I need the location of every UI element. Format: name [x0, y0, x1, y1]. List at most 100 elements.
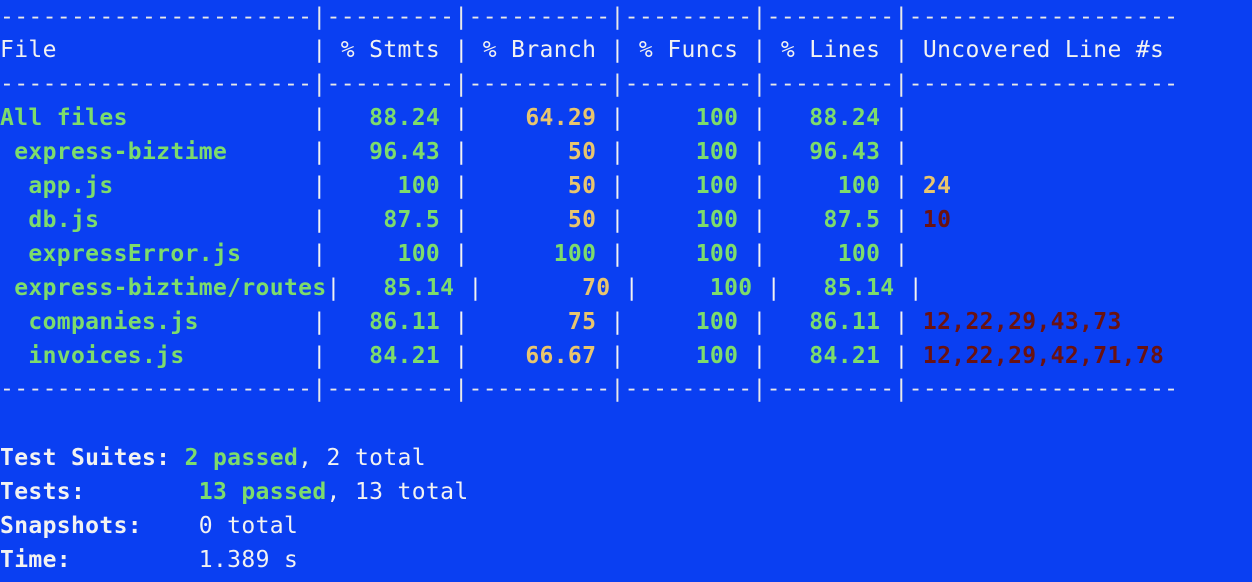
column-divider: | — [454, 139, 469, 165]
column-divider: | — [894, 207, 909, 233]
column-divider: | — [454, 343, 469, 369]
funcs-value: 100 — [624, 343, 753, 369]
lines-value: 87.5 — [766, 207, 895, 233]
column-divider: | — [894, 105, 909, 131]
column-divider: | — [454, 207, 469, 233]
file-name: app.js — [0, 173, 313, 199]
lines-value: 86.11 — [766, 309, 895, 335]
coverage-row: db.js | 87.5 | 50 | 100 | 87.5 | 10 — [0, 203, 951, 237]
summary-label: Tests: — [0, 479, 86, 505]
funcs-value: 100 — [624, 139, 753, 165]
column-divider: | — [312, 241, 327, 267]
column-divider: | — [894, 37, 909, 63]
coverage-row: express-biztime/routes| 85.14 | 70 | 100… — [0, 271, 937, 305]
column-divider: | — [766, 275, 781, 301]
coverage-row: All files | 88.24 | 64.29 | 100 | 88.24 … — [0, 101, 923, 135]
header-file: File — [0, 37, 313, 63]
lines-value: 100 — [766, 241, 895, 267]
branch-value: 50 — [468, 207, 611, 233]
coverage-row: companies.js | 86.11 | 75 | 100 | 86.11 … — [0, 305, 1122, 339]
stmts-value: 100 — [326, 241, 455, 267]
column-divider: | — [312, 207, 327, 233]
file-name: express-biztime — [0, 139, 313, 165]
funcs-value: 100 — [624, 207, 753, 233]
summary-label: Test Suites: — [0, 445, 171, 471]
column-divider: | — [894, 309, 909, 335]
file-name: companies.js — [0, 309, 313, 335]
separator-line: ----------------------|---------|-------… — [0, 4, 1179, 30]
lines-value: 100 — [766, 173, 895, 199]
summary-snapshots: Snapshots: 0 total — [0, 509, 298, 543]
column-divider: | — [312, 105, 327, 131]
coverage-header-row: File | % Stmts | % Branch | % Funcs | % … — [0, 33, 1164, 67]
column-divider: | — [454, 241, 469, 267]
column-divider: | — [908, 275, 923, 301]
separator-line: ----------------------|---------|-------… — [0, 376, 1179, 402]
lines-value: 84.21 — [766, 343, 895, 369]
terminal-window: ----------------------|---------|-------… — [0, 0, 1252, 582]
column-divider: | — [624, 275, 639, 301]
lines-value: 96.43 — [766, 139, 895, 165]
column-divider: | — [454, 105, 469, 131]
column-divider: | — [894, 173, 909, 199]
column-divider: | — [312, 343, 327, 369]
funcs-value: 100 — [624, 309, 753, 335]
stmts-value: 87.5 — [326, 207, 455, 233]
coverage-row: invoices.js | 84.21 | 66.67 | 100 | 84.2… — [0, 339, 1164, 373]
funcs-value: 100 — [624, 173, 753, 199]
funcs-value: 100 — [638, 275, 767, 301]
lines-value: 88.24 — [766, 105, 895, 131]
column-divider: | — [454, 37, 469, 63]
column-divider: | — [610, 173, 625, 199]
stmts-value: 84.21 — [326, 343, 455, 369]
summary-passed: 2 passed — [184, 445, 299, 471]
header-uncovered: Uncovered Line #s — [922, 37, 1165, 63]
summary-value: 0 total — [198, 513, 299, 539]
column-divider: | — [894, 139, 909, 165]
stmts-value: 86.11 — [326, 309, 455, 335]
column-divider: | — [326, 275, 341, 301]
column-divider: | — [610, 309, 625, 335]
stmts-value: 96.43 — [326, 139, 455, 165]
header-stmts: % Stmts — [340, 37, 455, 63]
summary-label: Time: — [0, 547, 71, 573]
branch-value: 75 — [468, 309, 611, 335]
file-name: express-biztime/routes — [0, 275, 327, 301]
funcs-value: 100 — [624, 105, 753, 131]
branch-value: 100 — [468, 241, 611, 267]
uncovered-lines: 12,22,29,42,71,78 — [922, 343, 1165, 369]
column-divider: | — [610, 37, 625, 63]
column-divider: | — [752, 37, 767, 63]
column-divider: | — [610, 105, 625, 131]
column-divider: | — [454, 173, 469, 199]
column-divider: | — [610, 139, 625, 165]
stmts-value: 85.14 — [340, 275, 469, 301]
coverage-row: expressError.js | 100 | 100 | 100 | 100 … — [0, 237, 923, 271]
column-divider: | — [752, 241, 767, 267]
coverage-row: app.js | 100 | 50 | 100 | 100 | 24 — [0, 169, 951, 203]
branch-value: 50 — [468, 173, 611, 199]
header-branch: % Branch — [482, 37, 611, 63]
stmts-value: 100 — [326, 173, 455, 199]
uncovered-lines: 24 — [922, 173, 952, 199]
uncovered-lines: 12,22,29,43,73 — [922, 309, 1122, 335]
summary-total: , 13 total — [326, 479, 469, 505]
column-divider: | — [312, 173, 327, 199]
column-divider: | — [312, 139, 327, 165]
column-divider: | — [894, 241, 909, 267]
summary-passed: 13 passed — [198, 479, 327, 505]
lines-value: 85.14 — [780, 275, 909, 301]
column-divider: | — [312, 309, 327, 335]
summary-test-suites: Test Suites: 2 passed, 2 total — [0, 441, 426, 475]
column-divider: | — [610, 207, 625, 233]
column-divider: | — [312, 37, 327, 63]
file-name: expressError.js — [0, 241, 313, 267]
column-divider: | — [894, 343, 909, 369]
uncovered-lines: 10 — [922, 207, 952, 233]
stmts-value: 88.24 — [326, 105, 455, 131]
column-divider: | — [752, 173, 767, 199]
column-divider: | — [610, 343, 625, 369]
column-divider: | — [752, 105, 767, 131]
column-divider: | — [752, 309, 767, 335]
column-divider: | — [752, 343, 767, 369]
